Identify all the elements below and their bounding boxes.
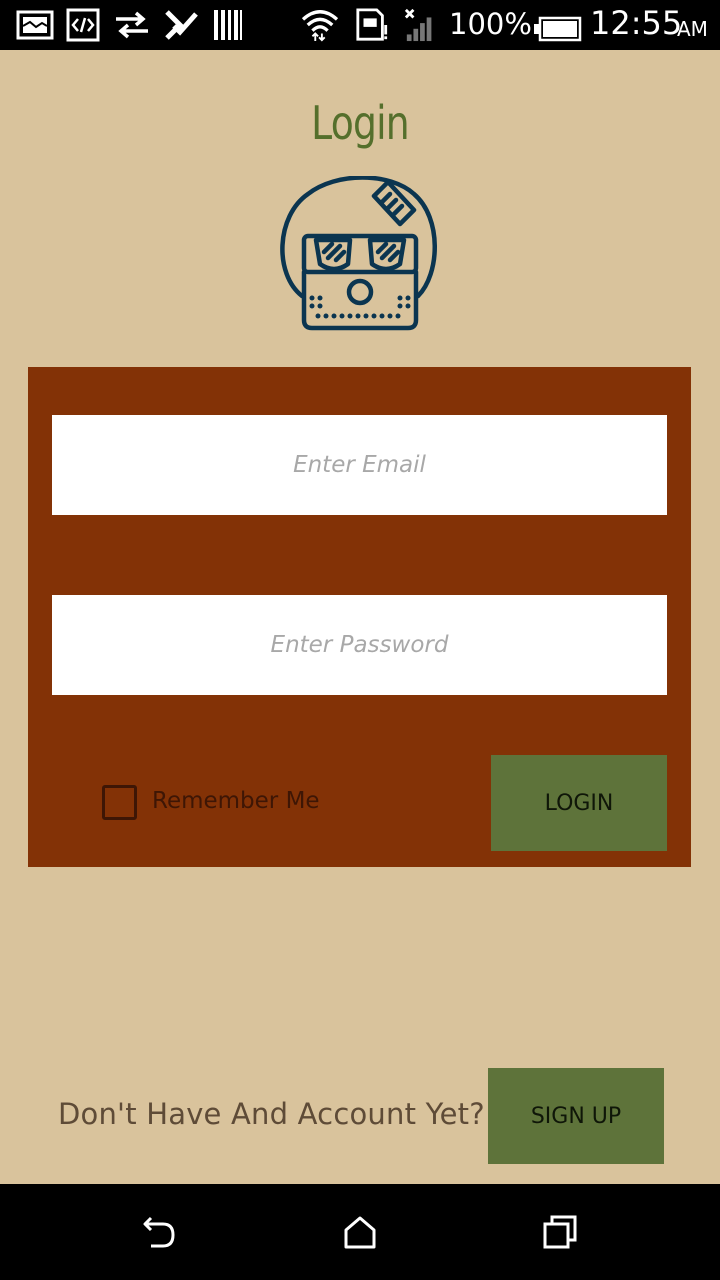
navigation-bar: [0, 1184, 720, 1280]
wifi-icon: [301, 10, 339, 42]
recents-icon[interactable]: [540, 1212, 580, 1252]
battery-percentage: 100%: [449, 7, 532, 41]
checklist-icon: [165, 10, 198, 40]
password-field[interactable]: [52, 595, 667, 695]
home-icon[interactable]: [340, 1212, 380, 1252]
sim-alert-icon: [356, 8, 388, 41]
remember-me-checkbox[interactable]: [102, 785, 137, 820]
clock-ampm: AM: [677, 17, 708, 41]
signup-prompt: Don't Have And Account Yet?: [58, 1097, 485, 1131]
battery-icon: [534, 16, 582, 42]
barcode-icon: [214, 10, 242, 40]
screenshot-icon: [16, 10, 54, 40]
data-transfer-icon: [116, 11, 148, 39]
signup-button[interactable]: SIGN UP: [488, 1068, 664, 1164]
page-title: Login: [311, 96, 409, 150]
remember-me-label[interactable]: Remember Me: [152, 788, 320, 814]
signal-icon: [404, 8, 432, 42]
clock-time: 12:55: [590, 4, 683, 42]
email-field[interactable]: [52, 415, 667, 515]
status-bar: 100% 12:55 AM: [0, 0, 720, 50]
login-button[interactable]: LOGIN: [491, 755, 667, 851]
mascot-logo-icon: [280, 176, 437, 331]
back-icon[interactable]: [139, 1212, 179, 1252]
login-form-card: Remember Me LOGIN: [28, 367, 691, 867]
code-icon: [66, 8, 100, 42]
